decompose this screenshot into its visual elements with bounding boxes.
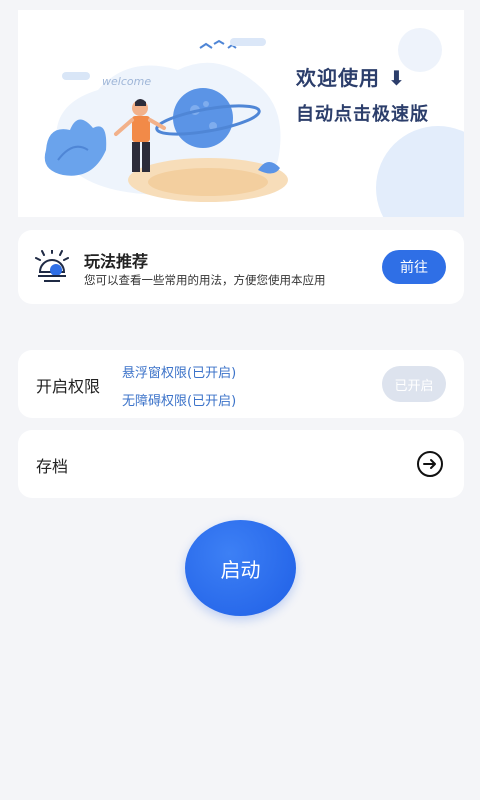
accessibility-permission-status: 无障碍权限(已开启) [122, 394, 237, 409]
tips-card: 玩法推荐 您可以查看一些常用的用法，方便您使用本应用 前往 [18, 230, 464, 304]
welcome-banner: welcome 欢迎使用 ⬇ 自动点击极速版 [18, 10, 464, 217]
welcome-text: welcome [102, 75, 151, 88]
lightbulb-icon [34, 249, 70, 284]
arrow-right-circle-icon[interactable] [416, 450, 444, 478]
permissions-card: 开启权限 悬浮窗权限(已开启) 无障碍权限(已开启) 已开启 [18, 350, 464, 418]
banner-subtitle: 自动点击极速版 [296, 104, 429, 125]
archive-title: 存档 [36, 457, 69, 476]
tips-title: 玩法推荐 [84, 252, 149, 271]
tips-description: 您可以查看一些常用的用法，方便您使用本应用 [84, 273, 326, 287]
permissions-enabled-button[interactable]: 已开启 [382, 366, 446, 402]
start-button[interactable]: 启动 [185, 520, 296, 616]
permissions-title: 开启权限 [36, 377, 101, 396]
go-button[interactable]: 前往 [382, 250, 446, 284]
archive-card[interactable]: 存档 [18, 430, 464, 498]
overlay-permission-status: 悬浮窗权限(已开启) [122, 366, 237, 381]
banner-title: 欢迎使用 ⬇ [296, 66, 406, 90]
